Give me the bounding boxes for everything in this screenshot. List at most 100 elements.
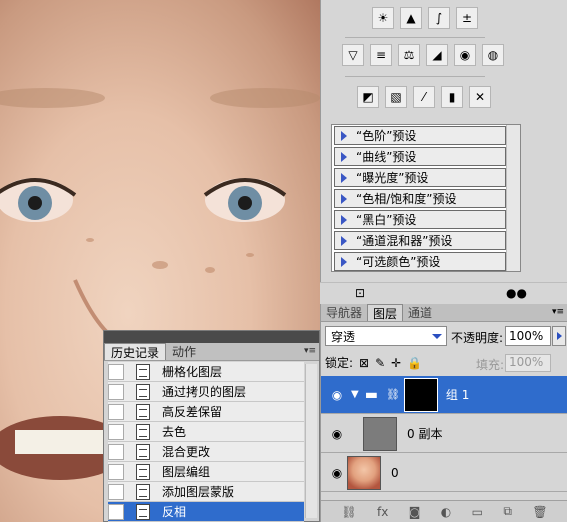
clip-to-layer-icon[interactable]: ●● xyxy=(506,286,527,300)
new-layer-icon[interactable]: ⧉ xyxy=(503,504,512,519)
return-to-adjustments-icon[interactable]: ⊡ xyxy=(355,286,365,300)
history-state-icon xyxy=(136,463,150,480)
panel-menu-icon[interactable]: ▾≡ xyxy=(304,346,316,356)
lock-all-icon[interactable]: 🔒 xyxy=(407,356,422,370)
tab-history[interactable]: 历史记录 xyxy=(104,343,167,360)
blend-mode-select[interactable]: 穿透 xyxy=(325,326,447,346)
panel-menu-icon[interactable]: ▾≡ xyxy=(552,307,564,317)
preset-curves[interactable]: “曲线”预设 xyxy=(334,147,506,166)
preset-label: “可选颜色”预设 xyxy=(356,255,441,269)
fill-input[interactable]: 100% xyxy=(505,354,551,372)
tab-navigator[interactable]: 导航器 xyxy=(321,304,367,321)
invert-icon[interactable]: ◩ xyxy=(357,86,379,108)
visibility-eye-icon[interactable]: ◉ xyxy=(327,385,347,405)
divider xyxy=(345,76,485,77)
preset-levels[interactable]: “色阶”预设 xyxy=(334,126,506,145)
add-mask-icon[interactable]: ◙ xyxy=(409,505,421,519)
posterize-icon[interactable]: ▧ xyxy=(385,86,407,108)
threshold-icon[interactable]: ⁄ xyxy=(413,86,435,108)
expand-triangle-icon xyxy=(341,151,347,162)
levels-icon[interactable]: ▲ xyxy=(400,7,422,29)
preset-label: “曝光度”预设 xyxy=(356,171,429,185)
preset-label: “色阶”预设 xyxy=(356,129,417,143)
layer-name: 0 副本 xyxy=(407,427,443,441)
presets-scrollbar[interactable] xyxy=(506,125,520,271)
photo-thumbnail xyxy=(347,455,381,490)
selective-color-icon[interactable]: ✕ xyxy=(469,86,491,108)
expand-triangle-icon xyxy=(341,235,347,246)
brightness-icon[interactable]: ☀ xyxy=(372,7,394,29)
opacity-slider-button[interactable] xyxy=(552,326,566,346)
tab-channels[interactable]: 通道 xyxy=(403,304,437,321)
layer-row-copy[interactable]: ◉ 0 副本 xyxy=(321,415,567,453)
lock-row: 锁定: ⊠ ✎ ✛ 🔒 xyxy=(325,354,422,371)
delete-layer-icon[interactable]: 🗑 xyxy=(532,505,547,519)
lock-label: 锁定: xyxy=(325,356,354,370)
preset-selective-color[interactable]: “可选颜色”预设 xyxy=(334,252,506,271)
preset-black-white[interactable]: “黑白”预设 xyxy=(334,210,506,229)
history-item[interactable]: 去色 xyxy=(108,422,304,442)
history-item[interactable]: 高反差保留 xyxy=(108,402,304,422)
adjustment-presets-list: “色阶”预设 “曲线”预设 “曝光度”预设 “色相/饱和度”预设 “黑白”预设 … xyxy=(331,124,521,272)
exposure-icon[interactable]: ± xyxy=(456,7,478,29)
history-scrollbar[interactable] xyxy=(305,364,317,518)
history-label: 高反差保留 xyxy=(162,405,223,419)
snapshot-checkbox[interactable] xyxy=(108,463,124,480)
lock-position-icon[interactable]: ✛ xyxy=(391,356,401,370)
curves-icon[interactable]: ∫ xyxy=(428,7,450,29)
gradient-map-icon[interactable]: ▮ xyxy=(441,86,463,108)
layer-row-group[interactable]: ◉ ▼ ▬ ⛓ 组 1 xyxy=(321,376,567,414)
history-label: 栅格化图层 xyxy=(162,365,223,379)
snapshot-checkbox[interactable] xyxy=(108,363,124,380)
color-balance-icon[interactable]: ⚖ xyxy=(398,44,420,66)
layers-panel: 导航器 图层 通道 ▾≡ 穿透 不透明度: 100% 锁定: ⊠ ✎ ✛ 🔒 填… xyxy=(320,304,567,522)
expand-triangle-icon xyxy=(341,193,347,204)
hue-saturation-icon[interactable]: ≡ xyxy=(370,44,392,66)
photo-filter-icon[interactable]: ◉ xyxy=(454,44,476,66)
history-state-icon xyxy=(136,363,150,380)
history-item[interactable]: 图层编组 xyxy=(108,462,304,482)
opacity-input[interactable]: 100% xyxy=(505,326,551,346)
lock-image-icon[interactable]: ✎ xyxy=(375,356,385,370)
panel-titlebar[interactable] xyxy=(104,331,319,343)
expand-triangle-icon xyxy=(341,214,347,225)
adjustment-layer-icon[interactable]: ◐ xyxy=(441,505,451,519)
snapshot-checkbox[interactable] xyxy=(108,423,124,440)
preset-channel-mixer[interactable]: “通道混和器”预设 xyxy=(334,231,506,250)
tab-actions[interactable]: 动作 xyxy=(166,343,202,360)
tab-layers[interactable]: 图层 xyxy=(367,304,404,321)
lock-transparent-icon[interactable]: ⊠ xyxy=(359,356,369,370)
preset-hue-saturation[interactable]: “色相/饱和度”预设 xyxy=(334,189,506,208)
snapshot-checkbox[interactable] xyxy=(108,503,124,520)
snapshot-checkbox[interactable] xyxy=(108,383,124,400)
adjustment-icons-row-3: ◩ ▧ ⁄ ▮ ✕ xyxy=(357,86,491,108)
history-label: 反相 xyxy=(162,505,187,519)
new-group-icon[interactable]: ▭ xyxy=(472,505,483,519)
channel-mixer-icon[interactable]: ◍ xyxy=(482,44,504,66)
visibility-eye-icon[interactable]: ◉ xyxy=(327,463,347,483)
history-item[interactable]: 混合更改 xyxy=(108,442,304,462)
vibrance-icon[interactable]: ▽ xyxy=(342,44,364,66)
visibility-eye-icon[interactable]: ◉ xyxy=(327,424,347,444)
mask-thumbnail[interactable] xyxy=(403,377,438,412)
adjustment-icons-row-1: ☀ ▲ ∫ ± xyxy=(372,7,478,29)
history-item[interactable]: 添加图层蒙版 xyxy=(108,482,304,502)
preset-label: “通道混和器”预设 xyxy=(356,234,453,248)
history-item[interactable]: 栅格化图层 xyxy=(108,362,304,382)
expand-triangle-icon xyxy=(341,130,347,141)
expand-triangle-icon xyxy=(341,172,347,183)
expand-arrow-icon[interactable]: ▼ xyxy=(351,389,359,400)
history-item-selected[interactable]: 反相 xyxy=(108,502,304,522)
preset-exposure[interactable]: “曝光度”预设 xyxy=(334,168,506,187)
layer-style-icon[interactable]: fx xyxy=(377,505,388,519)
snapshot-checkbox[interactable] xyxy=(108,483,124,500)
snapshot-checkbox[interactable] xyxy=(108,403,124,420)
adjustments-footer: ⊡ ●● xyxy=(320,282,567,304)
blend-mode-value: 穿透 xyxy=(331,329,356,344)
link-layers-icon[interactable]: ⛓ xyxy=(341,505,356,519)
layer-row-base[interactable]: ◉ 0 xyxy=(321,454,567,492)
history-label: 通过拷贝的图层 xyxy=(162,385,247,399)
black-white-icon[interactable]: ◢ xyxy=(426,44,448,66)
snapshot-checkbox[interactable] xyxy=(108,443,124,460)
history-item[interactable]: 通过拷贝的图层 xyxy=(108,382,304,402)
